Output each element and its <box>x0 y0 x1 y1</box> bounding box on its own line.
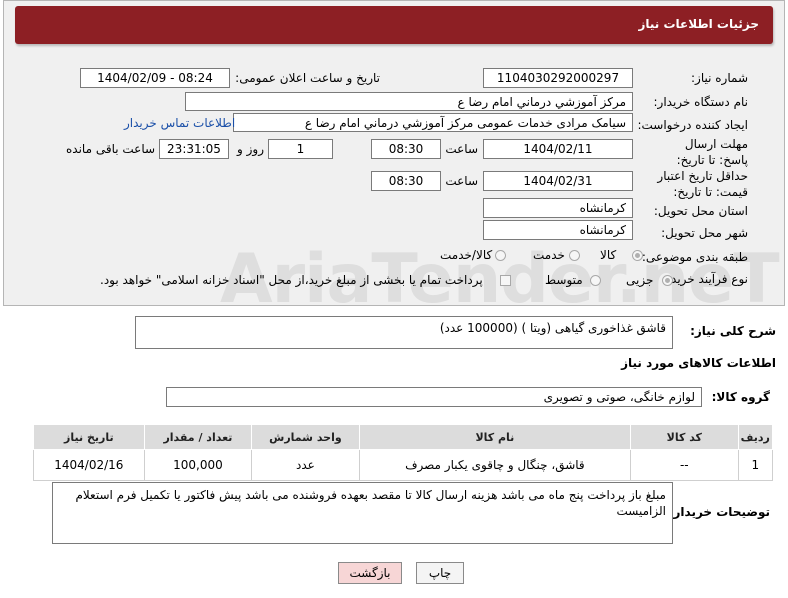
table-row: 1 -- قاشق، چنگال و چاقوی یکبار مصرف عدد … <box>33 449 774 481</box>
process-radio-minor[interactable] <box>662 275 673 286</box>
buyer-notes-field[interactable]: مبلغ باز پرداخت پنج ماه می باشد هزینه ار… <box>52 482 673 544</box>
panel-title: جزئیات اطلاعات نیاز <box>638 17 759 31</box>
deadline-time-field: 08:30 <box>371 139 441 159</box>
buyer-org-field: مرکز آموزشي درماني امام رضا ع <box>185 92 633 111</box>
remaining-time-label: ساعت باقی مانده <box>66 142 156 156</box>
treasury-checkbox[interactable] <box>500 275 511 286</box>
process-radio-medium[interactable] <box>590 275 601 286</box>
col-goods-code: کد کالا <box>630 424 739 450</box>
category-option-service: خدمت <box>533 248 565 262</box>
cell-quantity: 100,000 <box>143 449 253 481</box>
goods-table: ردیف کد کالا نام کالا واحد شمارش تعداد /… <box>33 424 774 481</box>
category-radio-goods[interactable] <box>632 250 643 261</box>
validity-date-field: 1404/02/31 <box>483 171 633 191</box>
city-field: کرمانشاه <box>483 220 633 240</box>
back-button[interactable]: بازگشت <box>338 562 402 584</box>
days-label: روز و <box>237 142 264 156</box>
validity-time-field: 08:30 <box>371 171 441 191</box>
cell-need-date: 1404/02/16 <box>33 449 145 481</box>
buyer-org-label: نام دستگاه خریدار: <box>653 95 749 109</box>
category-radio-service[interactable] <box>569 250 580 261</box>
days-field: 1 <box>268 139 333 159</box>
print-button[interactable]: چاپ <box>416 562 464 584</box>
contact-info-link[interactable]: اطلاعات تماس خریدار <box>124 116 235 130</box>
cell-goods-code: -- <box>630 449 739 481</box>
validity-time-label: ساعت <box>445 174 478 188</box>
process-option-minor: جزیی <box>626 273 654 287</box>
col-unit: واحد شمارش <box>251 424 360 450</box>
goods-section-title: اطلاعات کالاهای مورد نیاز <box>621 356 776 370</box>
city-label: شهر محل تحویل: <box>661 226 748 240</box>
col-goods-name: نام کالا <box>358 424 632 450</box>
category-option-both: کالا/خدمت <box>440 248 493 262</box>
category-label: طبقه بندی موضوعی: <box>641 250 748 264</box>
goods-group-label: گروه کالا: <box>711 390 770 404</box>
goods-table-header: ردیف کد کالا نام کالا واحد شمارش تعداد /… <box>33 424 774 450</box>
cell-row-number: 1 <box>737 449 774 481</box>
creator-field: سیامک مرادی خدمات عمومی مرکز آموزشي درما… <box>233 113 633 132</box>
deadline-time-label: ساعت <box>445 142 478 156</box>
remaining-time-field: 23:31:05 <box>159 139 229 159</box>
deadline-date-field: 1404/02/11 <box>483 139 633 159</box>
buyer-notes-label: توضیحات خریدار: <box>668 505 770 519</box>
category-option-goods: کالا <box>600 248 617 262</box>
description-label: شرح کلی نیاز: <box>690 324 776 338</box>
col-quantity: تعداد / مقدار <box>143 424 253 450</box>
process-label: نوع فرآیند خرید : <box>663 272 748 286</box>
cell-goods-name: قاشق، چنگال و چاقوی یکبار مصرف <box>358 449 632 481</box>
province-label: استان محل تحویل: <box>653 204 748 218</box>
cell-unit: عدد <box>251 449 360 481</box>
deadline-label: مهلت ارسال پاسخ: تا تاریخ: <box>676 137 748 167</box>
panel-header: جزئیات اطلاعات نیاز <box>15 6 773 44</box>
validity-label: حداقل تاریخ اعتبار قیمت: تا تاریخ: <box>657 169 748 199</box>
process-option-medium: متوسط <box>545 273 583 287</box>
category-radio-both[interactable] <box>495 250 506 261</box>
announce-label: تاریخ و ساعت اعلان عمومی: <box>235 71 380 85</box>
col-need-date: تاریخ نیاز <box>33 424 145 450</box>
goods-group-field: لوازم خانگی، صوتی و تصویری <box>166 387 702 407</box>
need-number-field: 1104030292000297 <box>483 68 633 88</box>
need-number-label: شماره نیاز: <box>691 71 748 85</box>
treasury-note: پرداخت تمام یا بخشی از مبلغ خرید،از محل … <box>100 273 483 287</box>
description-field[interactable]: قاشق غذاخوری گیاهی (ویتا ) (100000 عدد) <box>135 316 673 349</box>
creator-label: ایجاد کننده درخواست: <box>637 118 748 132</box>
announce-field: 1404/02/09 - 08:24 <box>80 68 230 88</box>
col-row-number: ردیف <box>737 424 774 450</box>
province-field: کرمانشاه <box>483 198 633 218</box>
